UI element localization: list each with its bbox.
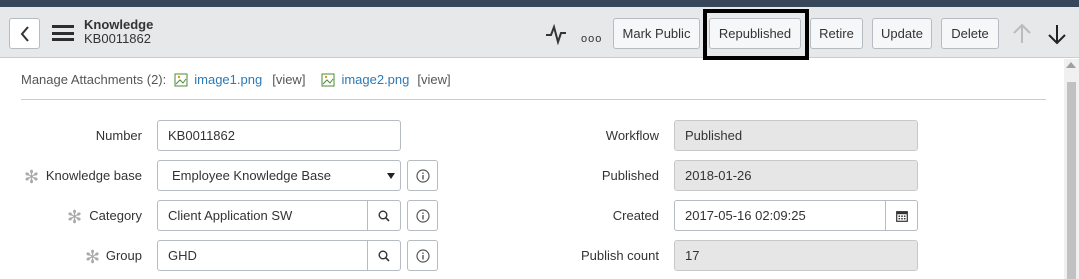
publish-count-label: Publish count (580, 248, 659, 263)
group-field[interactable]: GHD (157, 240, 368, 271)
published-label: Published (601, 168, 659, 183)
info-icon (415, 208, 430, 223)
number-field[interactable]: KB0011862 (157, 120, 401, 151)
group-info-button[interactable] (407, 240, 438, 271)
workflow-field: Published (674, 120, 918, 151)
publish-count-field: 17 (674, 240, 918, 271)
delete-button[interactable]: Delete (941, 18, 999, 49)
group-label: Group (105, 248, 142, 263)
published-field: 2018-01-26 (674, 160, 918, 191)
mark-public-button[interactable]: Mark Public (613, 18, 700, 49)
attachments-bar: Manage Attachments (2): image1.png [view… (21, 72, 451, 87)
workflow-label: Workflow (605, 128, 659, 143)
group-lookup-button[interactable] (367, 240, 401, 271)
attachment-view-link[interactable]: [view] (417, 72, 450, 87)
update-button[interactable]: Update (872, 18, 932, 49)
attachment-link[interactable]: image1.png (194, 72, 262, 87)
attachment-link[interactable]: image2.png (341, 72, 409, 87)
menu-icon[interactable] (52, 25, 74, 41)
created-field[interactable]: 2017-05-16 02:09:25 (674, 200, 886, 231)
attachment-view-link[interactable]: [view] (272, 72, 305, 87)
knowledge-base-info-button[interactable] (407, 160, 438, 191)
chevron-down-icon (387, 173, 395, 179)
form-title: Knowledge (84, 17, 154, 32)
form-header: Knowledge KB0011862 ooo Mark Public Repu… (0, 7, 1079, 58)
divider (21, 99, 1046, 100)
created-date-picker-button[interactable] (885, 200, 918, 231)
search-icon (378, 250, 390, 262)
search-icon (378, 210, 390, 222)
top-strip (0, 0, 1079, 7)
category-label: Category (89, 208, 142, 223)
activity-stream-icon[interactable] (545, 23, 567, 45)
republished-button[interactable]: Republished (709, 18, 801, 49)
knowledge-base-label: Knowledge base (45, 168, 142, 183)
arrow-down-icon[interactable] (1046, 23, 1068, 45)
chevron-left-icon (20, 25, 29, 42)
number-label: Number (95, 128, 142, 143)
category-info-button[interactable] (407, 200, 438, 231)
category-lookup-button[interactable] (367, 200, 401, 231)
info-icon (415, 168, 430, 183)
back-button[interactable] (9, 18, 40, 49)
mandatory-icon: ✻ (24, 167, 40, 187)
scroll-up-icon[interactable] (1066, 62, 1076, 68)
info-icon (415, 248, 430, 263)
knowledge-base-select[interactable]: Employee Knowledge Base (157, 160, 401, 191)
created-label: Created (612, 208, 659, 223)
record-number: KB0011862 (84, 31, 151, 46)
retire-button[interactable]: Retire (810, 18, 863, 49)
more-options-icon[interactable]: ooo (581, 33, 602, 45)
attachments-label[interactable]: Manage Attachments (2): (21, 72, 166, 87)
image-file-icon (321, 73, 335, 86)
scrollbar-thumb[interactable] (1067, 82, 1076, 279)
arrow-up-icon[interactable] (1011, 23, 1033, 45)
calendar-icon (895, 210, 908, 222)
category-field[interactable]: Client Application SW (157, 200, 368, 231)
image-file-icon (174, 73, 188, 86)
